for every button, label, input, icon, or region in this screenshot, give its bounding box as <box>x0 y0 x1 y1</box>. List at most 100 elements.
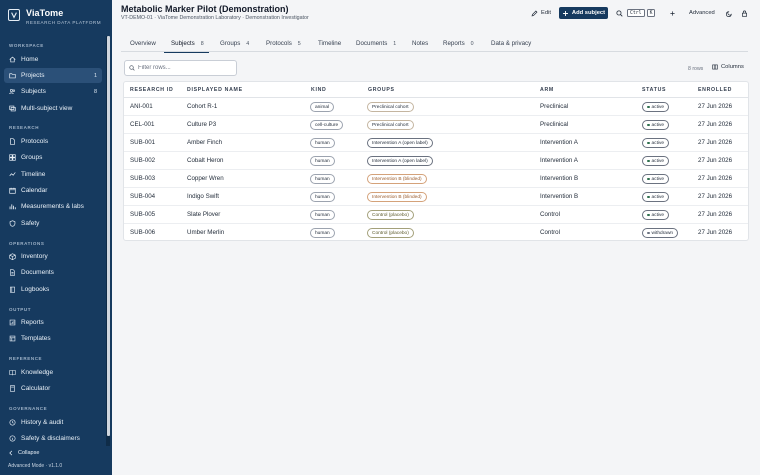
sidebar-item-label: Documents <box>21 269 54 276</box>
cell-displayed-name[interactable]: Cobalt Heron <box>187 157 223 164</box>
sidebar-item-templates[interactable]: Templates <box>4 331 102 346</box>
document-icon <box>9 138 16 145</box>
sidebar-item-measurements-labs[interactable]: Measurements & labs <box>4 199 102 214</box>
cell-displayed-name[interactable]: Umber Merlin <box>187 229 224 236</box>
sidebar-item-groups[interactable]: Groups <box>4 150 102 165</box>
tab-groups[interactable]: Groups 4 <box>220 40 249 47</box>
sidebar-item-label: Calculator <box>21 385 51 392</box>
cell-research-id[interactable]: SUB-002 <box>130 157 155 164</box>
column-header-status[interactable]: STATUS <box>642 87 666 93</box>
search-button[interactable]: Ctrl K <box>616 7 656 19</box>
sidebar-item-label: Projects <box>21 72 45 79</box>
tab-timeline[interactable]: Timeline <box>318 40 341 47</box>
cell-displayed-name[interactable]: Cohort R-1 <box>187 103 217 110</box>
sidebar-item-protocols[interactable]: Protocols <box>4 134 102 149</box>
cell-enrolled: 27 Jun 2026 <box>698 175 733 182</box>
cell-displayed-name[interactable]: Copper Wren <box>187 175 224 182</box>
sidebar-item-history-audit[interactable]: History & audit <box>4 415 102 430</box>
edit-button[interactable]: Edit <box>531 7 551 19</box>
sidebar-item-home[interactable]: Home <box>4 52 102 67</box>
tab-subjects[interactable]: Subjects 8 <box>171 40 204 47</box>
sidebar-item-logbooks[interactable]: Logbooks <box>4 282 102 297</box>
sidebar-item-calculator[interactable]: Calculator <box>4 381 102 396</box>
cell-research-id[interactable]: SUB-006 <box>130 229 155 236</box>
sidebar-item-label: Protocols <box>21 138 49 145</box>
sidebar-item-knowledge[interactable]: Knowledge <box>4 365 102 380</box>
cell-arm: Intervention B <box>540 175 579 182</box>
column-header-arm[interactable]: ARM <box>540 87 554 93</box>
table-row[interactable]: SUB-001 Amber Finch human Intervention A (o… <box>124 134 748 152</box>
column-header-kind[interactable]: KIND <box>311 87 326 93</box>
cell-displayed-name[interactable]: Amber Finch <box>187 139 222 146</box>
group-badge[interactable]: Preclinical cohort <box>367 120 414 130</box>
group-badge[interactable]: Intervention B (blinded) <box>367 192 427 202</box>
folder-icon <box>9 72 16 79</box>
column-header-research-id[interactable]: RESEARCH ID <box>130 87 173 93</box>
sidebar-item-label: Groups <box>21 154 43 161</box>
group-badge[interactable]: Intervention B (blinded) <box>367 174 427 184</box>
tab-reports[interactable]: Reports 0 <box>443 40 474 47</box>
table-row[interactable]: CEL-001 Culture P3 cell-culture Preclinical… <box>124 116 748 134</box>
tab-protocols[interactable]: Protocols 5 <box>266 40 301 47</box>
pencil-icon <box>531 10 538 16</box>
group-badge[interactable]: Intervention A (open label) <box>367 138 433 148</box>
cell-research-id[interactable]: SUB-001 <box>130 139 155 146</box>
collapse-button[interactable]: Collapse <box>8 450 39 456</box>
status-badge: active <box>642 174 670 184</box>
sidebar-item-calendar[interactable]: Calendar <box>4 183 102 198</box>
sidebar-item-multi-subject-view[interactable]: Multi-subject view <box>4 101 102 116</box>
sidebar-item-inventory[interactable]: Inventory <box>4 249 102 264</box>
cell-displayed-name[interactable]: Slate Plover <box>187 211 220 218</box>
cell-research-id[interactable]: CEL-001 <box>130 121 154 128</box>
table-row[interactable]: SUB-002 Cobalt Heron human Intervention A (… <box>124 152 748 170</box>
sidebar-scroll-thumb[interactable] <box>107 36 110 436</box>
cell-enrolled: 27 Jun 2026 <box>698 139 733 146</box>
sidebar-item-documents[interactable]: Documents <box>4 265 102 280</box>
cell-displayed-name[interactable]: Culture P3 <box>187 121 216 128</box>
sidebar-item-safety-disclaimers[interactable]: Safety & disclaimers <box>4 431 102 446</box>
tab-data-privacy[interactable]: Data & privacy <box>491 40 531 47</box>
group-badge[interactable]: Control (placebo) <box>367 210 414 220</box>
sidebar-item-label: Timeline <box>21 171 46 178</box>
documents-icon <box>9 269 16 276</box>
report-icon <box>9 319 16 326</box>
tab-label: Documents <box>356 40 388 47</box>
table-row[interactable]: SUB-003 Copper Wren human Intervention B (b… <box>124 170 748 188</box>
group-badge[interactable]: Preclinical cohort <box>367 102 414 112</box>
timeline-icon <box>9 171 16 178</box>
theme-toggle-button[interactable] <box>726 7 733 19</box>
sidebar-item-safety[interactable]: Safety <box>4 216 102 231</box>
group-badge[interactable]: Intervention A (open label) <box>367 156 433 166</box>
sidebar-item-projects[interactable]: Projects 1 <box>4 68 102 83</box>
lock-button[interactable] <box>741 7 748 19</box>
kind-badge: human <box>310 156 335 166</box>
column-header-enrolled[interactable]: ENROLLED <box>698 87 732 93</box>
quick-add-button[interactable] <box>669 7 676 19</box>
sidebar-item-reports[interactable]: Reports <box>4 315 102 330</box>
table-row[interactable]: SUB-006 Umber Merlin human Control (placebo… <box>124 224 748 242</box>
kbd-ctrl: Ctrl <box>627 9 645 17</box>
table-row[interactable]: ANI-001 Cohort R-1 animal Preclinical cohor… <box>124 98 748 116</box>
tab-overview[interactable]: Overview <box>130 40 156 47</box>
column-header-displayed-name[interactable]: DISPLAYED NAME <box>187 87 243 93</box>
table-row[interactable]: SUB-005 Slate Plover human Control (placebo… <box>124 206 748 224</box>
cell-research-id[interactable]: SUB-005 <box>130 211 155 218</box>
cell-research-id[interactable]: ANI-001 <box>130 103 153 110</box>
tab-documents[interactable]: Documents 1 <box>356 40 396 47</box>
cell-research-id[interactable]: SUB-004 <box>130 193 155 200</box>
cell-enrolled: 27 Jun 2026 <box>698 229 733 236</box>
column-header-groups[interactable]: GROUPS <box>368 87 395 93</box>
sidebar-item-timeline[interactable]: Timeline <box>4 167 102 182</box>
group-badge[interactable]: Control (placebo) <box>367 228 414 238</box>
sidebar-item-subjects[interactable]: Subjects 8 <box>4 84 102 99</box>
advanced-mode-button[interactable]: Advanced <box>689 7 715 19</box>
add-subject-button[interactable]: Add subject <box>559 7 608 19</box>
cell-displayed-name[interactable]: Indigo Swift <box>187 193 219 200</box>
cell-arm: Control <box>540 229 560 236</box>
cell-research-id[interactable]: SUB-003 <box>130 175 155 182</box>
table-row[interactable]: SUB-004 Indigo Swift human Intervention B (… <box>124 188 748 206</box>
columns-button[interactable]: Columns <box>712 64 744 70</box>
sidebar-item-label: Calendar <box>21 187 48 194</box>
tab-notes[interactable]: Notes <box>412 40 428 47</box>
filter-rows-input[interactable] <box>138 65 236 71</box>
